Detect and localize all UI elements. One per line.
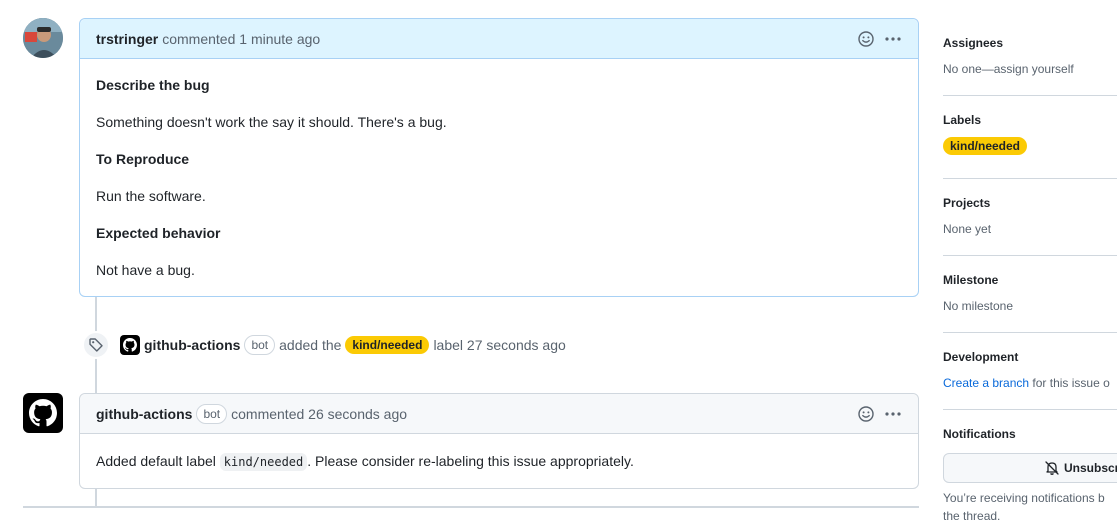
sidebar-labels: Labels kind/needed [943,111,1117,155]
user-avatar[interactable] [23,18,63,58]
sidebar-milestone: Milestone No milestone [943,271,1117,315]
event-action-text: added the [279,337,342,353]
user-avatar-image [23,18,63,58]
event-actor-link[interactable]: github-actions [144,337,240,353]
tag-icon [89,338,103,352]
comment-author-link[interactable]: trstringer [96,31,158,47]
comment-heading: Describe the bug [96,77,210,93]
sidebar-assignees-title[interactable]: Assignees [943,34,1117,52]
discussion-divider [23,506,919,508]
timeline-line [95,488,97,506]
sidebar-milestone-title[interactable]: Milestone [943,271,1117,289]
comment-paragraph: Added default label kind/needed. Please … [96,451,902,473]
comment-timestamp[interactable]: commented 1 minute ago [162,31,320,47]
event-label-wrap: kind/needed [345,336,430,354]
sidebar-development-text: for this issue o [1029,376,1110,390]
create-branch-link[interactable]: Create a branch [943,376,1029,390]
bell-slash-icon [1045,461,1059,475]
kebab-horizontal-icon[interactable] [884,406,902,422]
sidebar-milestone-value: No milestone [943,299,1014,313]
inline-code: kind/needed [219,453,308,471]
comment-author-link[interactable]: github-actions [96,406,192,422]
comment-body: Describe the bug Something doesn't work … [80,59,918,297]
smiley-icon[interactable] [858,30,874,47]
label-pill[interactable]: kind/needed [345,336,430,354]
sidebar-notifications: Notifications Unsubscr You’re receiving … [943,425,1117,520]
comment-actions [858,30,902,47]
sidebar-divider [943,332,1117,333]
comment-heading: Expected behavior [96,225,221,241]
comment-header: github-actions bot commented 26 seconds … [80,394,918,434]
sidebar-projects-value: None yet [943,222,992,236]
comment-paragraph: Not have a bug. [96,262,195,278]
notifications-reason: You’re receiving notifications b the thr… [943,491,1105,520]
bot-avatar[interactable] [23,393,63,433]
sidebar-labels-title[interactable]: Labels [943,111,1117,129]
sidebar-development-title[interactable]: Development [943,348,1117,366]
event-badge [82,331,110,359]
sidebar-projects: Projects None yet [943,194,1117,238]
bot-badge: bot [244,335,276,355]
unsubscribe-button-label: Unsubscr [1064,461,1117,475]
bot-badge: bot [196,403,228,424]
comment-timestamp[interactable]: commented 26 seconds ago [231,406,407,422]
comment-paragraph: Run the software. [96,188,206,204]
comment-body: Added default label kind/needed. Please … [80,434,918,489]
comment-paragraph: Something doesn't work the say it should… [96,114,447,130]
event-timestamp[interactable]: label 27 seconds ago [433,337,565,353]
sidebar-divider [943,255,1117,256]
comment-text: Added default label [96,453,216,469]
label-pill[interactable]: kind/needed [943,137,1028,155]
sidebar-projects-title[interactable]: Projects [943,194,1117,212]
issue-comment: trstringer commented 1 minute ago Descri… [79,18,919,297]
github-mark-icon[interactable] [120,335,140,355]
sidebar-development-value: Create a branch for this issue o [943,374,1117,392]
comment-header: trstringer commented 1 minute ago [80,19,918,59]
sidebar-notifications-title: Notifications [943,427,1016,441]
sidebar-divider [943,178,1117,179]
kebab-horizontal-icon[interactable] [884,31,902,47]
bot-comment: github-actions bot commented 26 seconds … [79,393,919,489]
sidebar-divider [943,409,1117,410]
github-mark-icon [29,399,57,427]
comment-text: . Please consider re-labeling this issue… [307,453,634,469]
comment-heading: To Reproduce [96,151,190,167]
sidebar-assignees-value[interactable]: No one—assign yourself [943,60,1117,78]
sidebar-divider [943,95,1117,96]
sidebar-labels-value: kind/needed [943,137,1117,155]
label-event: github-actions bot added the kind/needed… [82,331,566,359]
sidebar-assignees: Assignees No one—assign yourself [943,34,1117,78]
unsubscribe-button[interactable]: Unsubscr [943,453,1117,483]
sidebar-development: Development Create a branch for this iss… [943,348,1117,392]
smiley-icon[interactable] [858,405,874,422]
comment-actions [858,405,902,422]
